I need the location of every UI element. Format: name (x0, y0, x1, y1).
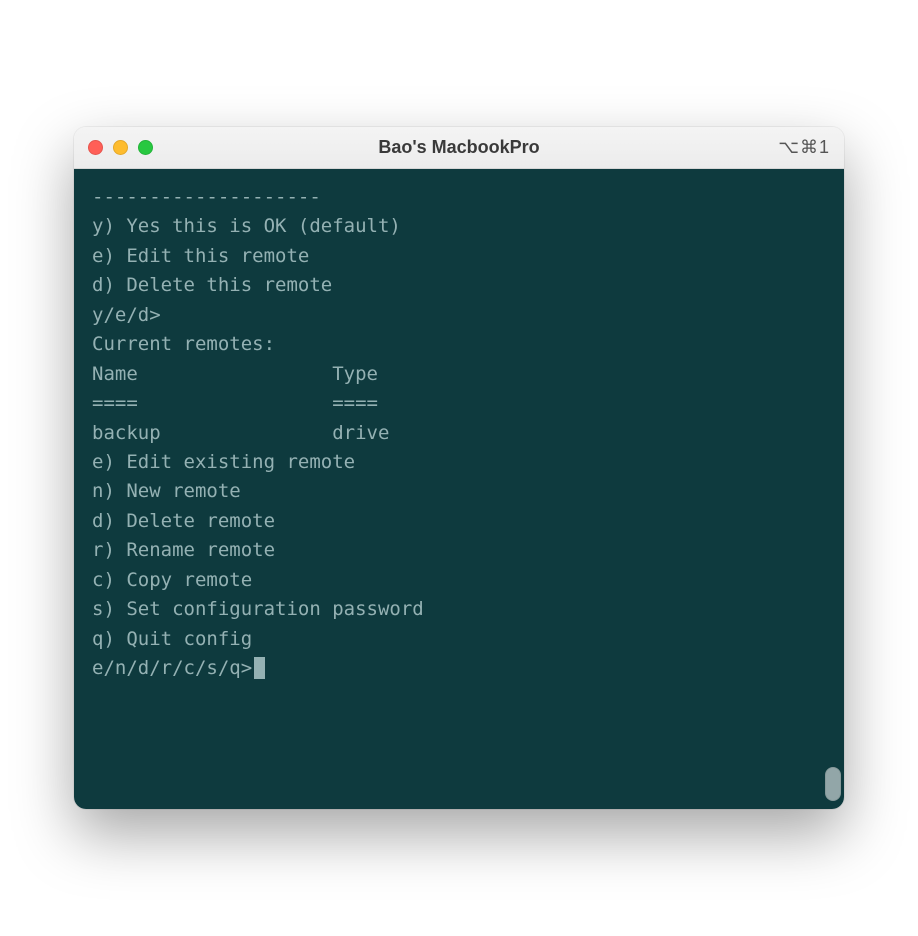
menu-r: r) Rename remote (92, 536, 826, 565)
window-title: Bao's MacbookPro (74, 137, 844, 158)
cursor-icon (254, 657, 265, 679)
option-e: e) Edit this remote (92, 242, 826, 271)
shortcut-indicator: ⌥⌘1 (778, 137, 830, 158)
menu-d: d) Delete remote (92, 507, 826, 536)
confirm-prompt: y/e/d> (92, 301, 826, 330)
table-underline: ==== ==== (92, 389, 826, 418)
traffic-lights (88, 140, 153, 155)
menu-q: q) Quit config (92, 625, 826, 654)
table-header: Name Type (92, 360, 826, 389)
terminal-window: Bao's MacbookPro ⌥⌘1 -------------------… (74, 127, 844, 809)
menu-s: s) Set configuration password (92, 595, 826, 624)
menu-n: n) New remote (92, 477, 826, 506)
titlebar: Bao's MacbookPro ⌥⌘1 (74, 127, 844, 169)
menu-e: e) Edit existing remote (92, 448, 826, 477)
main-prompt: e/n/d/r/c/s/q> (92, 657, 252, 679)
close-icon[interactable] (88, 140, 103, 155)
fullscreen-icon[interactable] (138, 140, 153, 155)
option-y: y) Yes this is OK (default) (92, 212, 826, 241)
divider-line: -------------------- (92, 183, 826, 212)
scrollbar-thumb[interactable] (825, 767, 841, 801)
current-remotes-label: Current remotes: (92, 330, 826, 359)
minimize-icon[interactable] (113, 140, 128, 155)
main-prompt-line: e/n/d/r/c/s/q> (92, 654, 826, 683)
terminal-body[interactable]: -------------------- y) Yes this is OK (… (74, 169, 844, 809)
table-row: backup drive (92, 419, 826, 448)
menu-c: c) Copy remote (92, 566, 826, 595)
option-d: d) Delete this remote (92, 271, 826, 300)
